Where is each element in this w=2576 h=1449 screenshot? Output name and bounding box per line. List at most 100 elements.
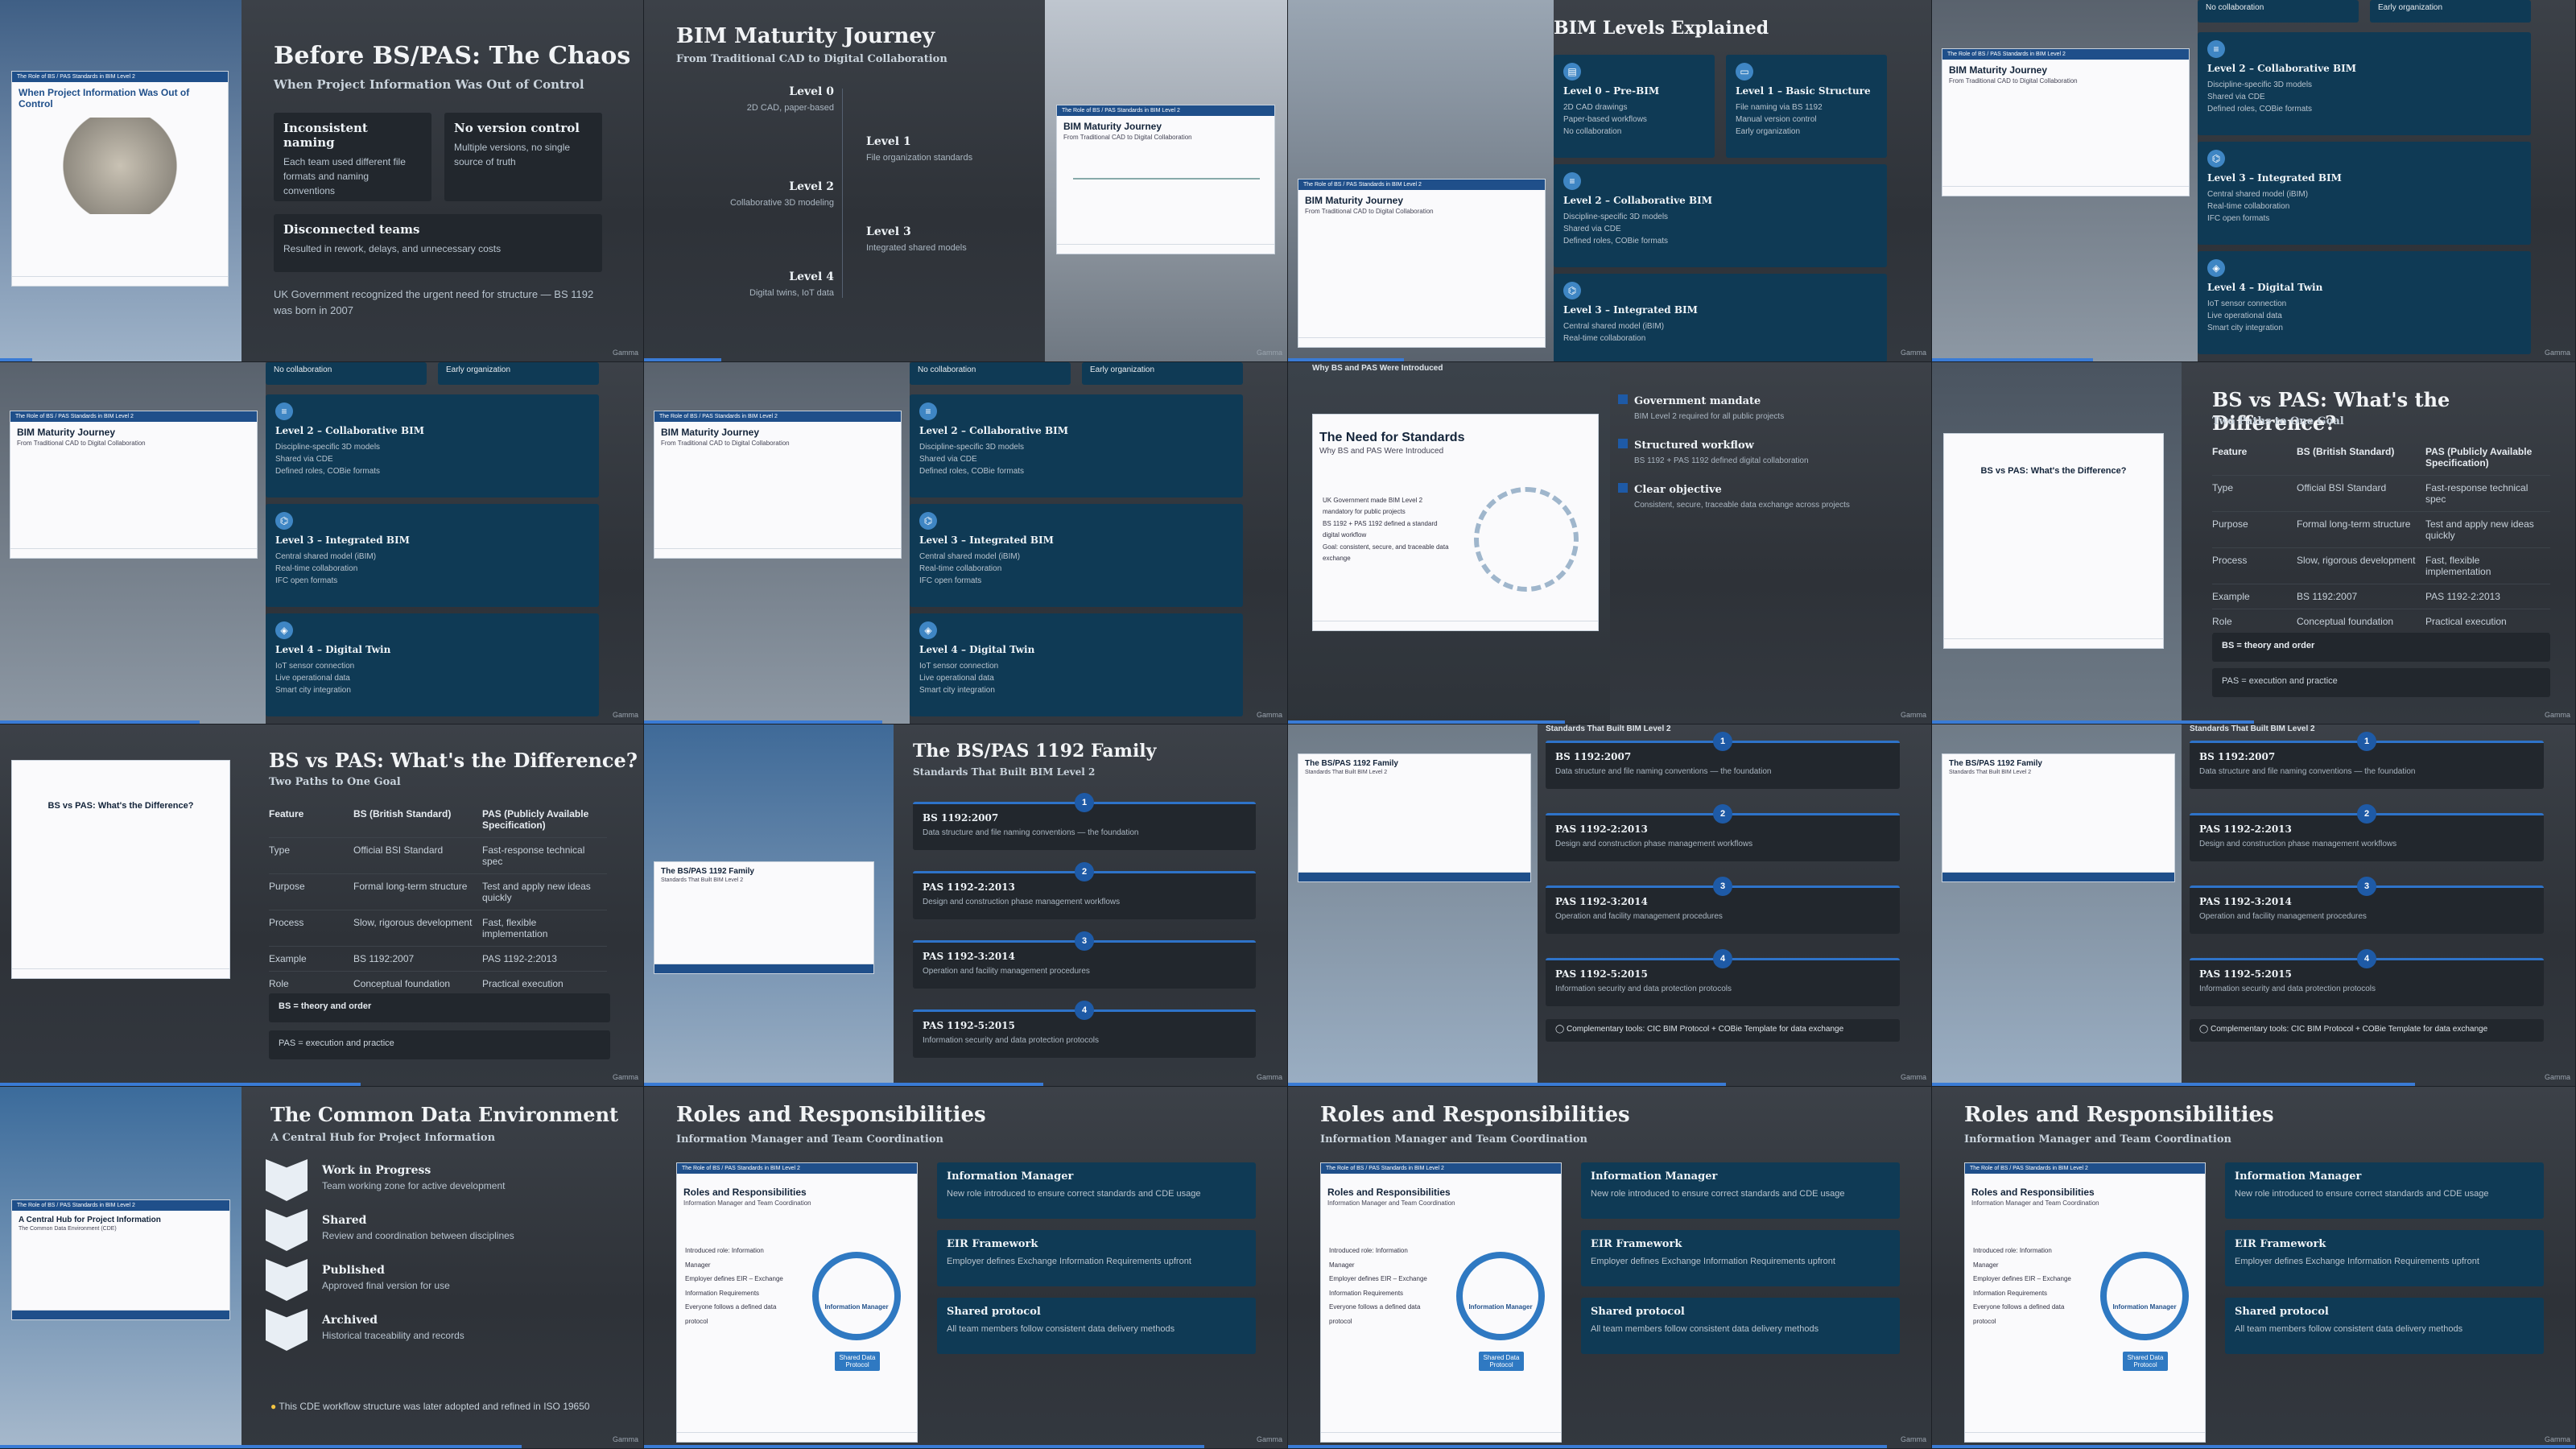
cde-stage: Work in Progress Team working zone for ac… xyxy=(322,1164,505,1191)
table-row: Process Slow, rigorous development Fast, f… xyxy=(2212,548,2550,584)
stage-body: Review and coordination between discipli… xyxy=(322,1230,514,1241)
thumb-footer xyxy=(654,548,901,558)
tile-roles-responsibilities-3[interactable]: Roles and Responsibilities Information M… xyxy=(1932,1087,2576,1449)
cde-stage: Archived Historical traceability and reco… xyxy=(322,1314,464,1341)
card-title: Level 3 – Integrated BIM xyxy=(1563,304,1698,316)
slide-subtitle: A Central Hub for Project Information xyxy=(270,1132,496,1144)
slide-title: BIM Maturity Journey xyxy=(676,24,935,48)
table-row: Purpose Formal long-term structure Test an… xyxy=(269,874,607,910)
slide-title: Before BS/PAS: The Chaos xyxy=(274,42,631,70)
folder-icon: ▭ xyxy=(1736,63,1753,80)
step-number: 4 xyxy=(1713,949,1732,968)
level-desc: 2D CAD, paper-based xyxy=(746,103,834,113)
tile-bim-levels-explained[interactable]: The Role of BS / PAS Standards in BIM Le… xyxy=(1288,0,1932,362)
role-card-eir-framework: EIR Framework Employer defines Exchange I… xyxy=(2225,1230,2544,1286)
tile-bs-pas-family-3[interactable]: The BS/PAS 1192 Family Standards That Bu… xyxy=(1932,724,2576,1087)
standard-body: Information security and data protection… xyxy=(923,1036,1100,1045)
slide-thumbnail: The BS/PAS 1192 Family Standards That Bu… xyxy=(1298,753,1531,882)
tile-bim-levels-continued-2[interactable]: The Role of BS / PAS Standards in BIM Le… xyxy=(0,362,644,724)
tile-need-for-standards[interactable]: Why BS and PAS Were Introduced The Need … xyxy=(1288,362,1932,724)
complementary-tools: ◯ Complementary tools: CIC BIM Protocol … xyxy=(2190,1019,2544,1042)
protocol-badge: Shared Data Protocol xyxy=(2123,1352,2168,1371)
tools-text: Complementary tools: CIC BIM Protocol + … xyxy=(1566,1025,1844,1034)
network-icon: ⌬ xyxy=(1563,282,1581,299)
level-desc: Collaborative 3D modeling xyxy=(729,198,834,208)
document-icon: ▤ xyxy=(1563,63,1581,80)
note-bs: BS = theory and order xyxy=(2212,633,2550,662)
standard-card-3: 3 PAS 1192-3:2014 Operation and facility… xyxy=(1546,877,1900,934)
standard-card-3: 3 PAS 1192-3:2014 Operation and facility… xyxy=(913,931,1256,989)
card-top-left: No collaboration xyxy=(2198,0,2359,23)
table-row: Type Official BSI Standard Fast-response t… xyxy=(2212,476,2550,512)
tile-bs-vs-pas[interactable]: BS vs PAS: What's the Difference? BS vs … xyxy=(1932,362,2576,724)
card-title: Shared protocol xyxy=(947,1306,1041,1318)
gear-illustration xyxy=(1474,487,1579,592)
reason-list: Government mandate BIM Level 2 required … xyxy=(1618,394,1916,510)
gamma-badge: Gamma xyxy=(612,1435,638,1443)
tile-before-bs-pas[interactable]: The Role of BS / PAS Standards in BIM Le… xyxy=(0,0,644,362)
table-header: Feature xyxy=(2212,446,2248,457)
card-body: IoT sensor connection Live operational da… xyxy=(275,662,355,695)
tile-bs-pas-family[interactable]: The BS/PAS 1192 Family Standards That Bu… xyxy=(644,724,1288,1087)
card-title: EIR Framework xyxy=(2235,1238,2326,1250)
standard-title: BS 1192:2007 xyxy=(923,812,999,824)
chevron-stage-icon xyxy=(266,1209,308,1251)
thumb-footer xyxy=(1942,872,2174,881)
card-no-version-control: No version control Multiple versions, no… xyxy=(444,113,602,201)
slide-subtitle: Two Paths to One Goal xyxy=(269,776,401,788)
tile-common-data-environment[interactable]: The Role of BS / PAS Standards in BIM Le… xyxy=(0,1087,644,1449)
card-body: Each team used different file formats an… xyxy=(283,156,406,196)
thumb-bullet: BS 1192 + PAS 1192 defined a standard di… xyxy=(1323,519,1438,539)
cycle-center-label: Information Manager xyxy=(1468,1303,1533,1311)
card-title: Disconnected teams xyxy=(283,222,420,237)
thumb-subtitle: From Traditional CAD to Digital Collabor… xyxy=(1949,77,2078,85)
step-number: 4 xyxy=(2357,949,2376,968)
thumb-footer xyxy=(1057,244,1274,254)
card-title: Information Manager xyxy=(1591,1170,1718,1183)
slide-thumbnail: The Role of BS / PAS Standards in BIM Le… xyxy=(1320,1162,1562,1443)
standard-title: PAS 1192-3:2014 xyxy=(1555,896,1648,907)
tile-bim-levels-continued[interactable]: The Role of BS / PAS Standards in BIM Le… xyxy=(1932,0,2576,362)
role-card-information-manager: Information Manager New role introduced t… xyxy=(1581,1162,1900,1219)
gamma-badge: Gamma xyxy=(1256,349,1282,357)
table-header: PAS (Publicly Available Specification) xyxy=(482,808,589,831)
thumb-title: BIM Maturity Journey xyxy=(1063,121,1162,132)
tile-bs-vs-pas-2[interactable]: BS vs PAS: What's the Difference? BS vs … xyxy=(0,724,644,1087)
note-bs: BS = theory and order xyxy=(269,993,610,1022)
standard-body: Operation and facility management proced… xyxy=(2199,912,2367,921)
card-top-left: No collaboration xyxy=(910,362,1071,385)
card-level-2: ≡ Level 2 – Collaborative BIM Discipline… xyxy=(1554,164,1887,267)
tile-bim-levels-continued-3[interactable]: The Role of BS / PAS Standards in BIM Le… xyxy=(644,362,1288,724)
thumb-bullets: UK Government made BIM Level 2 mandatory… xyxy=(1323,495,1451,564)
standard-card-1: 1 BS 1192:2007 Data structure and file n… xyxy=(2190,732,2544,789)
tile-roles-responsibilities[interactable]: Roles and Responsibilities Information M… xyxy=(644,1087,1288,1449)
card-body: IoT sensor connection Live operational da… xyxy=(2207,299,2287,332)
cycle-diagram: Information Manager xyxy=(2100,1252,2189,1340)
info-icon: ◯ xyxy=(2199,1025,2211,1034)
lightbulb-icon: ● xyxy=(270,1401,277,1412)
thumb-subtitle: Information Manager and Team Coordinatio… xyxy=(1971,1199,2099,1207)
thumb-footer xyxy=(1942,186,2189,196)
card-body: Employer defines Exchange Information Re… xyxy=(947,1257,1191,1266)
reason-title: Structured workflow xyxy=(1634,440,1754,452)
thumb-subtitle: Information Manager and Team Coordinatio… xyxy=(1327,1199,1455,1207)
reason-body: BIM Level 2 required for all public proj… xyxy=(1634,412,1785,421)
reason-item: Clear objective Consistent, secure, trac… xyxy=(1618,483,1916,510)
tile-bs-pas-family-2[interactable]: The BS/PAS 1192 Family Standards That Bu… xyxy=(1288,724,1932,1087)
role-card-eir-framework: EIR Framework Employer defines Exchange I… xyxy=(937,1230,1256,1286)
thumb-title: BS vs PAS: What's the Difference? xyxy=(47,801,194,811)
thumb-header: The Role of BS / PAS Standards in BIM Le… xyxy=(677,1163,917,1174)
tile-roles-responsibilities-2[interactable]: Roles and Responsibilities Information M… xyxy=(1288,1087,1932,1449)
thumb-header: The Role of BS / PAS Standards in BIM Le… xyxy=(1321,1163,1561,1174)
table-row: Process Slow, rigorous development Fast, f… xyxy=(269,910,607,947)
standard-title: PAS 1192-5:2015 xyxy=(923,1020,1015,1031)
step-number: 1 xyxy=(1713,732,1732,751)
card-title: Level 3 – Integrated BIM xyxy=(919,535,1054,546)
thumb-bullet: Everyone follows a defined data protocol xyxy=(1973,1303,2065,1325)
card-inconsistent-naming: Inconsistent naming Each team used diffe… xyxy=(274,113,431,201)
tile-bim-maturity[interactable]: BIM Maturity Journey From Traditional CA… xyxy=(644,0,1288,362)
stage-body: Approved final version for use xyxy=(322,1280,450,1291)
step-number: 1 xyxy=(2357,732,2376,751)
gamma-badge: Gamma xyxy=(2544,1073,2570,1081)
thumb-bullets: Introduced role: Information Manager Emp… xyxy=(1329,1244,1434,1329)
